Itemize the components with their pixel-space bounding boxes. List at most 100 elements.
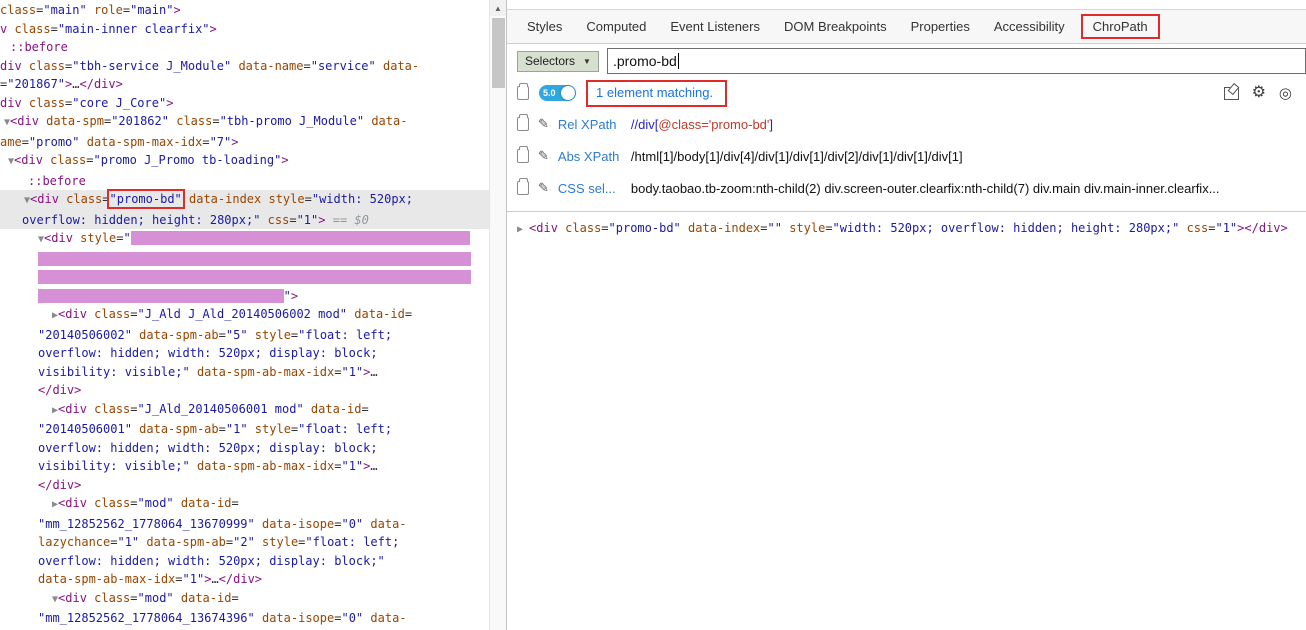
xpath-value[interactable]: body.taobao.tb-zoom:nth-child(2) div.scr… [631, 181, 1220, 196]
dom-tree-line[interactable]: "mm_12852562_1778064_13670999" data-isop… [0, 515, 489, 534]
tab-computed[interactable]: Computed [574, 14, 658, 39]
version-toggle[interactable]: 5.0 [539, 85, 576, 101]
tab-styles[interactable]: Styles [515, 14, 574, 39]
dom-tree-line[interactable]: "20140506002" data-spm-ab="5" style="flo… [0, 326, 489, 345]
tab-chropath[interactable]: ChroPath [1080, 14, 1160, 39]
copy-icon[interactable] [517, 83, 529, 100]
dom-tree-line[interactable]: ▼<div data-spm="201862" class="tbh-promo… [0, 112, 489, 133]
syntax-token: = [130, 307, 138, 321]
dom-tree-line[interactable]: </div> [0, 381, 489, 400]
syntax-token: data-name [238, 58, 304, 73]
copy-icon[interactable] [517, 114, 529, 131]
dom-tree-line[interactable]: ="201867">…</div> [0, 75, 489, 94]
syntax-token: "promo" [28, 134, 80, 149]
syntax-token: visibility: visible;" [38, 459, 190, 473]
syntax-token: "7" [209, 134, 232, 149]
syntax-token: "1" [296, 212, 319, 227]
chropath-toolbar: Selectors ▼ .promo-bd [507, 44, 1306, 78]
dom-tree-line[interactable]: lazychance="1" data-spm-ab="2" style="fl… [0, 533, 489, 552]
selector-input[interactable]: .promo-bd [606, 48, 1306, 74]
dom-tree-line[interactable]: ▼<div class="mod" data-id= [0, 589, 489, 610]
dom-tree-line[interactable]: "20140506001" data-spm-ab="1" style="flo… [0, 420, 489, 439]
syntax-token: <div [58, 496, 95, 510]
disclosure-arrow-icon[interactable]: ▶ [517, 224, 529, 235]
dom-tree-line[interactable]: ▼<div class="promo-bd" data-index style=… [0, 189, 489, 211]
syntax-token: "width: 520px; [311, 192, 413, 206]
syntax-token: = [825, 221, 833, 235]
syntax-token: = [231, 590, 239, 605]
scrollbar[interactable]: ▲ [489, 0, 506, 630]
dom-tree-line[interactable]: overflow: hidden; height: 280px;" css="1… [0, 210, 489, 229]
edit-pencil-icon[interactable]: ✎ [538, 116, 549, 132]
open-in-editor-icon[interactable] [1223, 86, 1239, 100]
css-sel--link[interactable]: CSS sel... [558, 181, 622, 196]
tab-dom-breakpoints[interactable]: DOM Breakpoints [772, 14, 899, 39]
dom-tree-line[interactable]: data-spm-ab-max-idx="1">…</div> [0, 570, 489, 589]
syntax-token: = [212, 114, 220, 128]
tab-event-listeners[interactable]: Event Listeners [658, 14, 772, 39]
tab-properties[interactable]: Properties [899, 14, 982, 39]
dom-tree-line[interactable]: "> [0, 287, 489, 306]
dom-tree-line[interactable]: div class = "tbh-service J_Module" data-na… [0, 57, 489, 76]
edit-pencil-icon[interactable]: ✎ [538, 148, 549, 164]
tab-bar: Styles Computed Event Listeners DOM Breakpo… [507, 9, 1306, 44]
dom-tree-line[interactable]: ▶<div class="J_Ald J_Ald_20140506002 mod… [0, 305, 489, 326]
abs-xpath-link[interactable]: Abs XPath [558, 149, 622, 164]
syntax-token: = [404, 307, 413, 321]
scrollbar-thumb[interactable] [492, 18, 505, 88]
rel-xpath-link[interactable]: Rel XPath [558, 117, 622, 132]
syntax-token: data-index [189, 192, 262, 206]
dom-tree-line[interactable]: ▶<div class="J_Ald_20140506001 mod" data… [0, 400, 489, 421]
syntax-token: "promo-bd" [608, 221, 681, 235]
tab-accessibility[interactable]: Accessibility [982, 14, 1077, 39]
dom-tree-line[interactable]: </div> [0, 476, 489, 495]
syntax-token: class [176, 114, 213, 128]
dom-tree-line[interactable]: ::before [0, 172, 489, 191]
syntax-token: "1" [117, 535, 140, 549]
dom-tree-line[interactable]: ▼<div style=" [0, 229, 489, 250]
syntax-token: data- [382, 58, 420, 73]
syntax-token [248, 422, 255, 436]
dom-tree-line[interactable]: v class="main-inner clearfix"> [0, 20, 489, 39]
match-row: 5.0 1 element matching. ⚙ ◎ [507, 78, 1306, 108]
dom-tree-line[interactable]: ame="promo" data-spm-max-idx="7"> [0, 133, 489, 152]
dom-tree-line[interactable]: ▶<div class="mod" data-id= [0, 494, 489, 515]
syntax-token: "main" [43, 3, 87, 17]
dom-tree-line[interactable]: class="main" role="main"> [0, 1, 489, 20]
dom-tree-line[interactable]: visibility: visible;" data-spm-ab-max-id… [0, 363, 489, 382]
scroll-up-button[interactable]: ▲ [490, 0, 506, 16]
syntax-token [248, 328, 255, 342]
syntax-token: = [50, 21, 58, 36]
xpath-value[interactable]: //div[@class='promo-bd'] [631, 117, 773, 132]
syntax-token: > [318, 212, 326, 227]
dom-tree-line[interactable]: overflow: hidden; width: 520px; display:… [0, 439, 489, 458]
dom-tree-line[interactable] [0, 268, 489, 287]
syntax-token: "1" [1215, 221, 1238, 235]
dom-tree-line[interactable]: overflow: hidden; width: 520px; display:… [0, 552, 489, 571]
xpath-value[interactable]: /html[1]/body[1]/div[4]/div[1]/div[1]/di… [631, 149, 963, 164]
match-count: 1 element matching. [596, 84, 714, 100]
dom-tree-line[interactable]: ▼<div class="promo J_Promo tb-loading"> [0, 151, 489, 172]
dom-tree-line[interactable]: visibility: visible;" data-spm-ab-max-id… [0, 457, 489, 476]
syntax-token: = [218, 422, 226, 436]
syntax-token: style [789, 221, 826, 235]
dom-tree-line[interactable]: ::before [0, 38, 489, 57]
copy-icon[interactable] [517, 146, 529, 163]
syntax-token: </div> [79, 77, 123, 91]
selectors-dropdown[interactable]: Selectors ▼ [517, 50, 599, 72]
syntax-token: = [601, 221, 609, 235]
dom-tree-line[interactable]: div class="core J_Core"> [0, 94, 489, 113]
dom-tree-line[interactable] [0, 250, 489, 269]
dom-tree-line[interactable]: overflow: hidden; width: 520px; display:… [0, 344, 489, 363]
circle-arrow-icon[interactable]: ◎ [1279, 86, 1292, 101]
syntax-token: > [281, 153, 289, 167]
copy-icon[interactable] [517, 178, 529, 195]
xpath-value-token: body.taobao.tb-zoom:nth-child(2) div.scr… [630, 180, 1220, 196]
syntax-token: <div [58, 401, 95, 416]
gear-icon[interactable]: ⚙ [1252, 85, 1266, 101]
dom-tree: class="main" role="main"> v class="main-i… [0, 1, 489, 628]
edit-pencil-icon[interactable]: ✎ [538, 180, 549, 196]
dom-tree-line[interactable]: "mm_12852562_1778064_13674396" data-isop… [0, 609, 489, 628]
syntax-token: "mm_12852562_1778064_13670999" [38, 516, 255, 531]
matched-node[interactable]: ▶ <div class="promo-bd" data-index="" st… [507, 211, 1306, 244]
